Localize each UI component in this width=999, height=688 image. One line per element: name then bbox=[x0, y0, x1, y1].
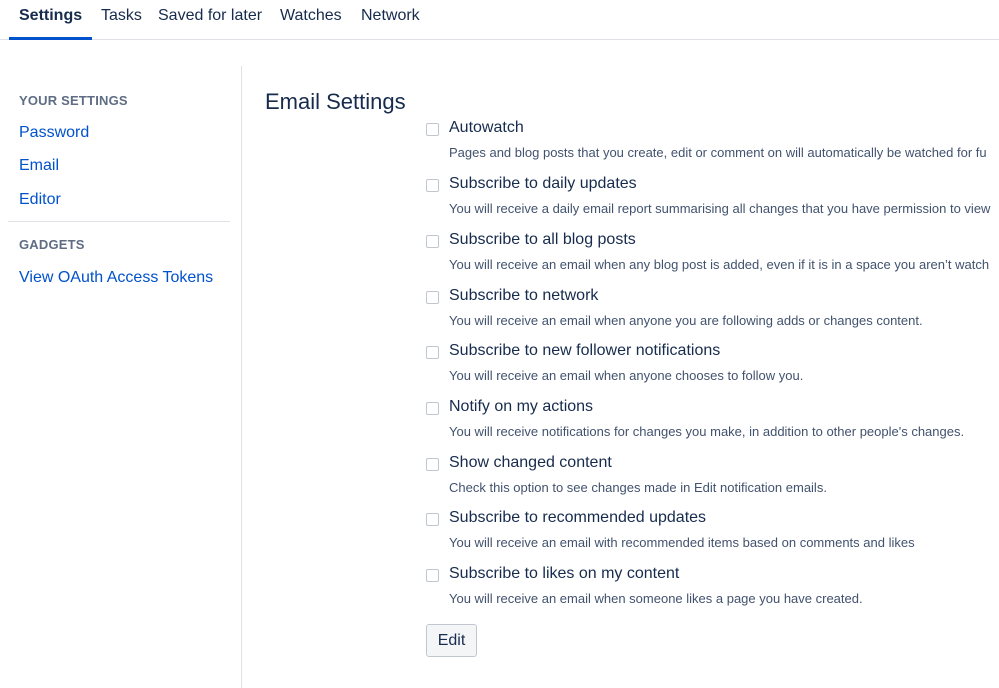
option-label[interactable]: Subscribe to all blog posts bbox=[449, 231, 636, 249]
tab-settings[interactable]: Settings bbox=[9, 0, 93, 40]
all-blog-posts-checkbox[interactable] bbox=[426, 235, 439, 248]
option-description: You will receive an email when any blog … bbox=[449, 257, 990, 272]
option-description: You will receive notifications for chang… bbox=[449, 424, 965, 439]
sidebar-divider bbox=[241, 66, 242, 688]
new-follower-checkbox[interactable] bbox=[426, 346, 439, 359]
tab-tasks[interactable]: Tasks bbox=[101, 0, 142, 37]
likes-on-content-checkbox[interactable] bbox=[426, 569, 439, 582]
tab-network[interactable]: Network bbox=[361, 0, 420, 37]
option-description: You will receive an email with recommend… bbox=[449, 535, 915, 550]
option-label[interactable]: Show changed content bbox=[449, 454, 612, 472]
network-checkbox[interactable] bbox=[426, 291, 439, 304]
option-label[interactable]: Subscribe to recommended updates bbox=[449, 509, 706, 527]
option-description: You will receive an email when anyone yo… bbox=[449, 313, 923, 328]
settings-page: Settings Tasks Saved for later Watches N… bbox=[0, 0, 999, 688]
option-description: Pages and blog posts that you create, ed… bbox=[449, 145, 987, 160]
option-label[interactable]: Subscribe to daily updates bbox=[449, 175, 637, 193]
sidebar-section-divider bbox=[8, 221, 230, 222]
tab-watches[interactable]: Watches bbox=[280, 0, 342, 37]
option-description: You will receive a daily email report su… bbox=[449, 201, 991, 216]
show-changed-content-checkbox[interactable] bbox=[426, 458, 439, 471]
option-label[interactable]: Subscribe to network bbox=[449, 287, 598, 305]
option-label[interactable]: Subscribe to new follower notifications bbox=[449, 342, 720, 360]
top-tab-bar: Settings Tasks Saved for later Watches N… bbox=[0, 0, 999, 40]
tab-saved-for-later[interactable]: Saved for later bbox=[158, 0, 262, 37]
option-description: Check this option to see changes made in… bbox=[449, 480, 827, 495]
edit-button[interactable]: Edit bbox=[426, 624, 477, 657]
sidebar-link-password[interactable]: Password bbox=[19, 124, 89, 142]
sidebar-link-editor[interactable]: Editor bbox=[19, 191, 61, 209]
gadgets-heading: GADGETS bbox=[19, 237, 85, 252]
recommended-updates-checkbox[interactable] bbox=[426, 513, 439, 526]
option-label[interactable]: Subscribe to likes on my content bbox=[449, 565, 679, 583]
notify-my-actions-checkbox[interactable] bbox=[426, 402, 439, 415]
autowatch-checkbox[interactable] bbox=[426, 123, 439, 136]
daily-updates-checkbox[interactable] bbox=[426, 179, 439, 192]
sidebar-link-email[interactable]: Email bbox=[19, 157, 59, 175]
option-description: You will receive an email when anyone ch… bbox=[449, 368, 804, 383]
option-label[interactable]: Notify on my actions bbox=[449, 398, 593, 416]
sidebar-link-oauth-tokens[interactable]: View OAuth Access Tokens bbox=[19, 269, 213, 287]
page-title: Email Settings bbox=[265, 89, 406, 114]
option-label[interactable]: Autowatch bbox=[449, 119, 524, 137]
your-settings-heading: YOUR SETTINGS bbox=[19, 93, 128, 108]
option-description: You will receive an email when someone l… bbox=[449, 591, 863, 606]
